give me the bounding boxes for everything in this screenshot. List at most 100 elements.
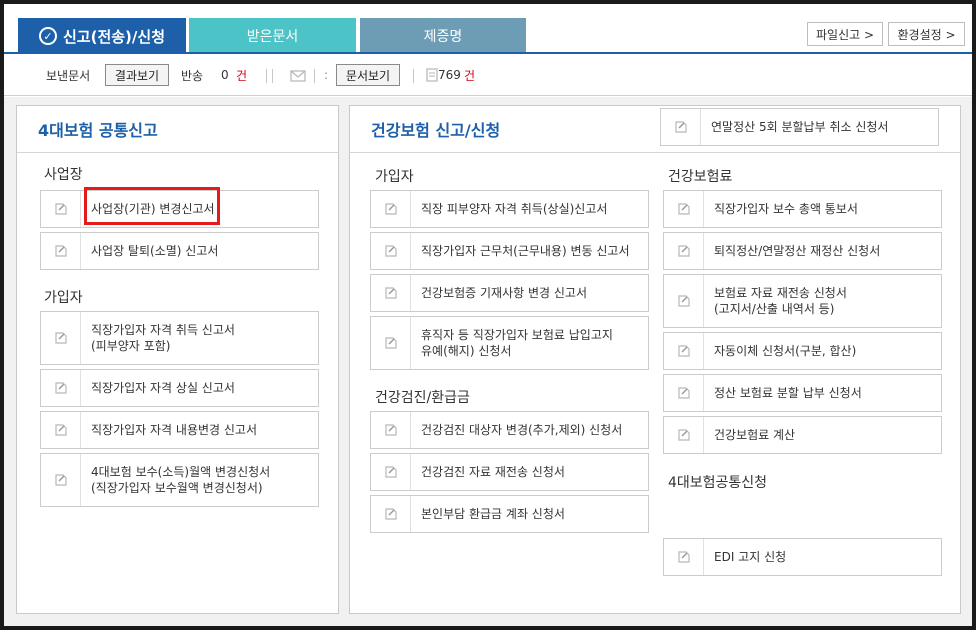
document-count: 769 (438, 68, 461, 82)
item-label: 자동이체 신청서(구분, 합산) (714, 344, 857, 358)
tab-bar: ✓ 신고(전송)/신청 받은문서 제증명 파일신고 > 환경설정 > (4, 4, 972, 54)
common-request-section-title: 4대보험공통신청 (668, 475, 768, 491)
edit-form-icon (674, 121, 687, 133)
item-label: 직장가입자 근무처(근무내용) 변동 신고서 (421, 244, 630, 258)
edit-form-icon (54, 203, 67, 215)
file-report-button[interactable]: 파일신고 > (807, 22, 883, 46)
colon-separator: : (324, 68, 329, 82)
edit-form-icon (54, 424, 67, 436)
tab-report-submit[interactable]: ✓ 신고(전송)/신청 (18, 18, 186, 54)
divider (350, 152, 960, 153)
returned-unit: 건 (236, 68, 248, 83)
checkup-data-resend-request-item[interactable]: 건강검진 자료 재전송 신청서 (370, 453, 649, 491)
edit-form-icon (54, 332, 67, 344)
dependent-qualification-report-item[interactable]: 직장 피부양자 자격 취득(상실)신고서 (370, 190, 649, 228)
edit-form-icon (677, 245, 690, 257)
edit-form-icon (54, 382, 67, 394)
item-label: 건강검진 대상자 변경(추가,제외) 신청서 (421, 423, 623, 437)
edit-form-icon (384, 203, 397, 215)
item-label: 직장가입자 보수 총액 통보서 (714, 202, 858, 216)
item-label: 휴직자 등 직장가입자 보험료 납입고지 유예(해지) 신청서 (421, 328, 613, 358)
divider (272, 69, 273, 83)
item-label: 퇴직정산/연말정산 재정산 신청서 (714, 244, 881, 258)
returned-label: 반송 (181, 68, 204, 83)
common-report-title: 4대보험 공통신고 (38, 121, 158, 140)
edit-form-icon (384, 424, 397, 436)
edit-form-icon (677, 203, 690, 215)
divider (17, 152, 338, 153)
sent-docs-label: 보낸문서 (46, 68, 91, 83)
edit-form-icon (677, 295, 690, 307)
member-acquisition-report-item[interactable]: 직장가입자 자격 취득 신고서 (피부양자 포함) (40, 311, 319, 365)
premium-data-resend-request-item[interactable]: 보험료 자료 재전송 신청서 (고지서/산출 내역서 등) (663, 274, 942, 328)
edit-form-icon (677, 551, 690, 563)
toolbar: 보낸문서 결과보기 반송 0 건 : 문서보기 769 건 (4, 54, 972, 96)
view-documents-button[interactable]: 문서보기 (336, 64, 400, 86)
check-circle-icon: ✓ (39, 27, 57, 45)
tab-received-docs-label: 받은문서 (246, 29, 299, 45)
edit-form-icon (677, 429, 690, 441)
member-loss-report-item[interactable]: 직장가입자 자격 상실 신고서 (40, 369, 319, 407)
item-label: 건강보험료 계산 (714, 428, 796, 442)
installment-cancel-request-item[interactable]: 연말정산 5회 분할납부 취소 신청서 (660, 108, 939, 146)
tab-certificate-label: 제증명 (423, 29, 463, 45)
workplace-withdrawal-report-item[interactable]: 사업장 탈퇴(소멸) 신고서 (40, 232, 319, 270)
edit-form-icon (677, 345, 690, 357)
checkup-target-change-request-item[interactable]: 건강검진 대상자 변경(추가,제외) 신청서 (370, 411, 649, 449)
item-label: 건강보험증 기재사항 변경 신고서 (421, 286, 588, 300)
item-label: 직장가입자 자격 상실 신고서 (91, 381, 235, 395)
mail-icon[interactable] (290, 68, 306, 82)
workplace-transfer-report-item[interactable]: 직장가입자 근무처(근무내용) 변동 신고서 (370, 232, 649, 270)
auto-transfer-request-item[interactable]: 자동이체 신청서(구분, 합산) (663, 332, 942, 370)
view-results-button[interactable]: 결과보기 (105, 64, 169, 86)
tab-certificate[interactable]: 제증명 (360, 18, 526, 54)
insurance-card-change-report-item[interactable]: 건강보험증 기재사항 변경 신고서 (370, 274, 649, 312)
leave-premium-deferral-request-item[interactable]: 휴직자 등 직장가입자 보험료 납입고지 유예(해지) 신청서 (370, 316, 649, 370)
common-report-panel: 4대보험 공통신고 사업장 사업장(기관) 변경신고서 사업장 탈퇴(소멸) 신… (16, 105, 339, 614)
edit-form-icon (384, 245, 397, 257)
item-label: 직장 피부양자 자격 취득(상실)신고서 (421, 202, 608, 216)
monthly-pay-change-request-item[interactable]: 4대보험 보수(소득)월액 변경신청서 (직장가입자 보수월액 변경신청서) (40, 453, 319, 507)
total-pay-notice-item[interactable]: 직장가입자 보수 총액 통보서 (663, 190, 942, 228)
item-label: EDI 고지 신청 (714, 550, 787, 564)
item-label: 정산 보험료 분할 납부 신청서 (714, 386, 862, 400)
returned-count: 0 (221, 68, 229, 82)
edi-notice-request-item[interactable]: EDI 고지 신청 (663, 538, 942, 576)
document-unit: 건 (464, 68, 476, 83)
edit-form-icon (54, 474, 67, 486)
item-label: 직장가입자 자격 취득 신고서 (피부양자 포함) (91, 323, 235, 353)
item-label: 보험료 자료 재전송 신청서 (고지서/산출 내역서 등) (714, 286, 847, 316)
edit-form-icon (677, 387, 690, 399)
selection-highlight (84, 187, 220, 225)
edit-form-icon (384, 508, 397, 520)
health-insurance-title: 건강보험 신고/신청 (371, 121, 501, 140)
premium-calculator-item[interactable]: 건강보험료 계산 (663, 416, 942, 454)
member-section-title: 가입자 (44, 290, 83, 306)
divider (413, 69, 414, 83)
item-label: 사업장 탈퇴(소멸) 신고서 (91, 244, 219, 258)
tab-report-submit-label: 신고(전송)/신청 (63, 27, 165, 46)
divider (314, 69, 315, 83)
workplace-section-title: 사업장 (44, 167, 83, 183)
item-label: 본인부담 환급금 계좌 신청서 (421, 507, 565, 521)
item-label: 건강검진 자료 재전송 신청서 (421, 465, 565, 479)
edit-form-icon (384, 287, 397, 299)
divider (266, 69, 267, 83)
tab-received-docs[interactable]: 받은문서 (189, 18, 356, 54)
settings-button[interactable]: 환경설정 > (888, 22, 965, 46)
premium-section-title: 건강보험료 (668, 169, 733, 185)
content-area: 4대보험 공통신고 사업장 사업장(기관) 변경신고서 사업장 탈퇴(소멸) 신… (4, 97, 972, 626)
settlement-installment-request-item[interactable]: 정산 보험료 분할 납부 신청서 (663, 374, 942, 412)
refund-account-request-item[interactable]: 본인부담 환급금 계좌 신청서 (370, 495, 649, 533)
resettlement-request-item[interactable]: 퇴직정산/연말정산 재정산 신청서 (663, 232, 942, 270)
health-insurance-panel: 건강보험 신고/신청 연말정산 5회 분할납부 취소 신청서 가입자 직장 피부… (349, 105, 961, 614)
item-label: 직장가입자 자격 내용변경 신고서 (91, 423, 258, 437)
checkup-section-title: 건강검진/환급금 (375, 390, 470, 406)
edit-form-icon (384, 466, 397, 478)
member-info-change-report-item[interactable]: 직장가입자 자격 내용변경 신고서 (40, 411, 319, 449)
edit-form-icon (54, 245, 67, 257)
hi-member-section-title: 가입자 (375, 169, 414, 185)
edit-form-icon (384, 337, 397, 349)
item-label: 4대보험 보수(소득)월액 변경신청서 (직장가입자 보수월액 변경신청서) (91, 465, 271, 495)
item-label: 연말정산 5회 분할납부 취소 신청서 (711, 120, 889, 134)
